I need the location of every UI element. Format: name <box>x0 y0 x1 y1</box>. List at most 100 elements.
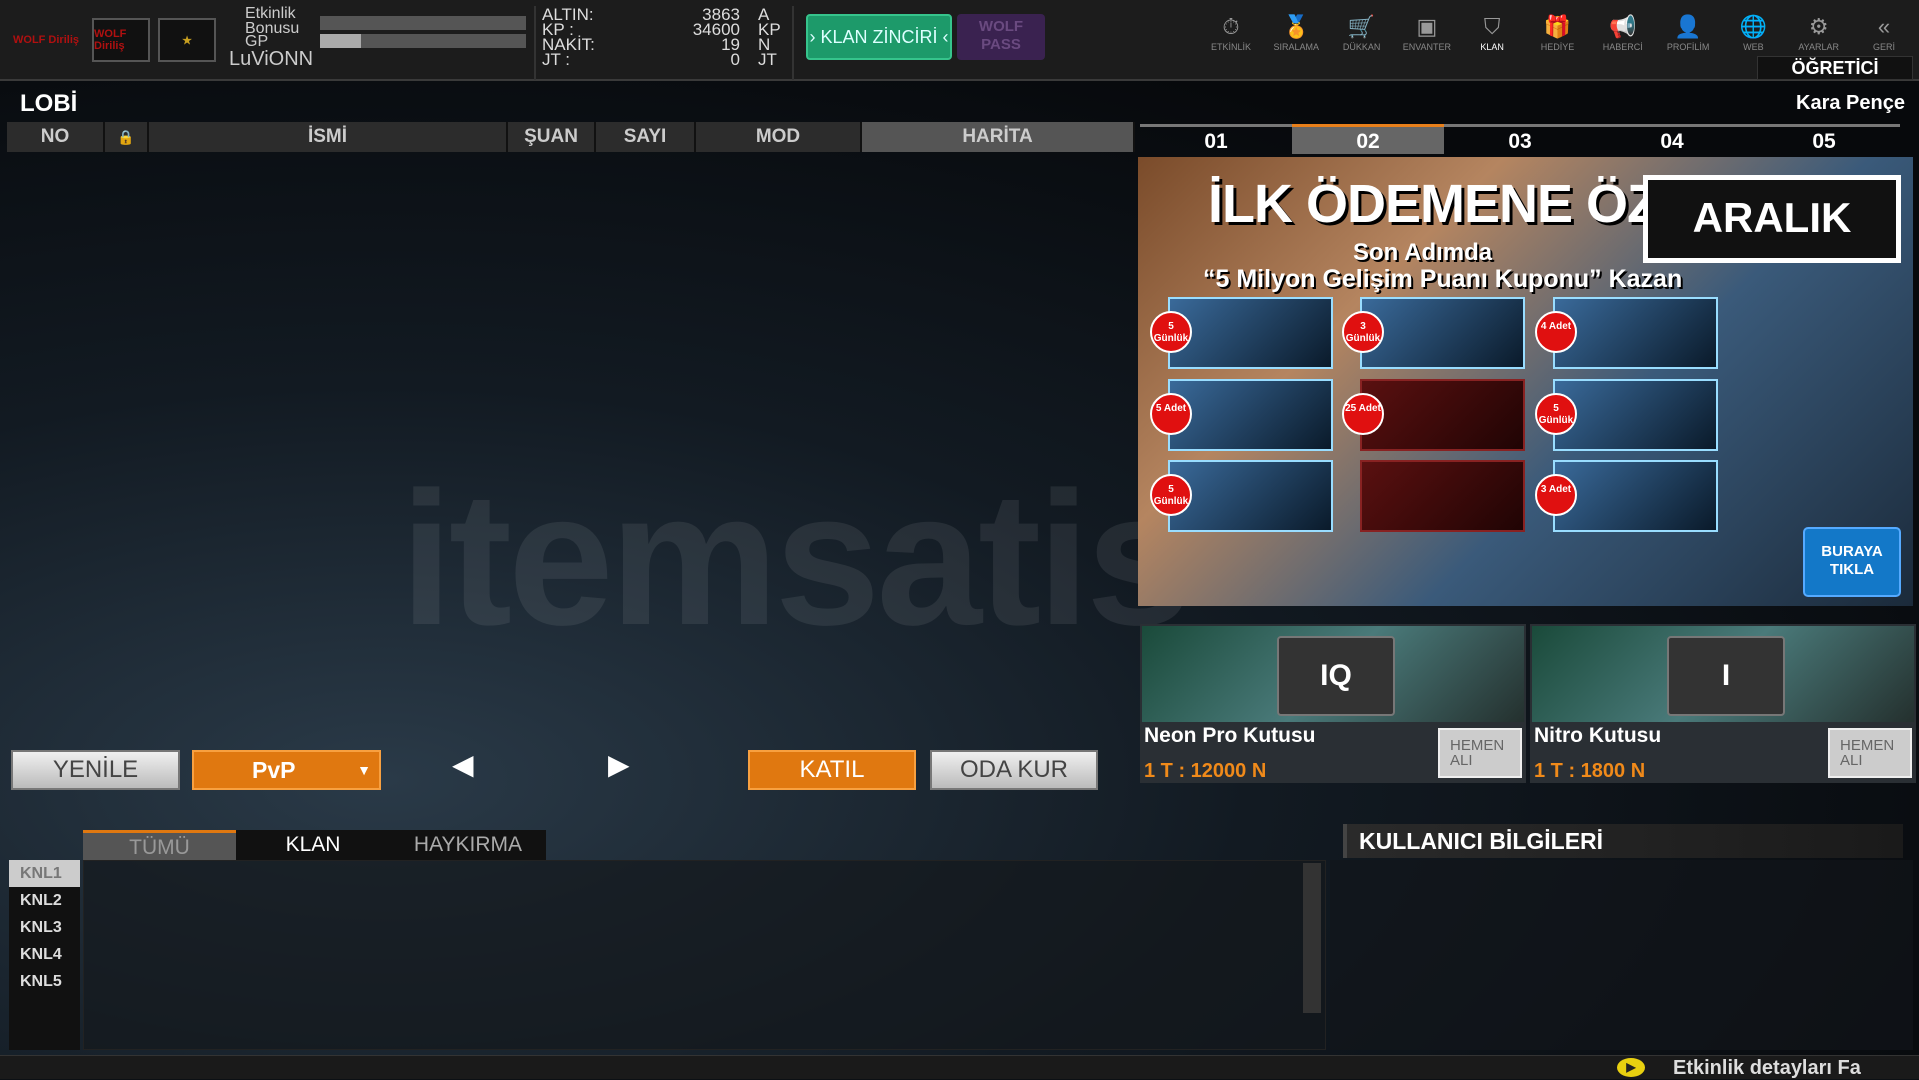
banner-subtitle-2: “5 Milyon Gelişim Puanı Kuponu” Kazan <box>1203 265 1683 293</box>
nav-shield[interactable]: ⛉ KLAN <box>1461 14 1523 52</box>
wolf-pass-button[interactable]: WOLF PASS <box>957 14 1045 60</box>
shield-icon: ⛉ <box>1483 14 1501 39</box>
crate-image: I <box>1667 636 1785 716</box>
prev-page-button[interactable]: ◀ <box>452 748 474 781</box>
nav-globe[interactable]: 🌐 WEB <box>1722 14 1784 52</box>
channel-item[interactable]: KNL5 <box>9 968 80 995</box>
nav-back[interactable]: « GERİ <box>1853 14 1915 52</box>
nav-label: PROFİLİM <box>1666 42 1710 52</box>
nav-profile[interactable]: 👤 PROFİLİM <box>1657 14 1719 52</box>
nav-medal[interactable]: 🏅 SIRALAMA <box>1265 14 1327 52</box>
medal-icon: 🏅 <box>1282 14 1310 39</box>
cart-icon: 🛒 <box>1347 14 1376 39</box>
crate-image: IQ <box>1277 636 1395 716</box>
nav-chest[interactable]: ▣ ENVANTER <box>1396 14 1458 52</box>
server-name: Kara Pençe <box>1796 92 1905 114</box>
username: LuViONN <box>229 48 314 70</box>
channel-item[interactable]: KNL1 <box>9 860 80 887</box>
chat-tab-shout[interactable]: HAYKIRMA <box>390 830 546 860</box>
chevron-down-icon: ▼ <box>357 762 371 778</box>
create-room-button[interactable]: ODA KUR <box>930 750 1098 790</box>
nav-label: KLAN <box>1480 42 1504 52</box>
mode-select[interactable]: PvP ▼ <box>192 750 381 790</box>
banner-tab-03[interactable]: 03 <box>1444 124 1596 154</box>
clan-logo[interactable]: WOLF Diriliş <box>92 18 150 62</box>
megaphone-icon: 📢 <box>1609 14 1637 39</box>
promo-banner[interactable]: İLK ÖDEMENE ÖZEL ARALIK Son Adımda “5 Mi… <box>1138 157 1913 606</box>
box-name: Nitro Kutusu <box>1534 724 1662 747</box>
tutorial-button[interactable]: ÖĞRETİCİ <box>1757 56 1913 80</box>
profile-icon: 👤 <box>1674 14 1702 39</box>
nav-label: WEB <box>1743 42 1764 52</box>
column-count[interactable]: SAYI <box>596 122 696 152</box>
gift-icon: 🎁 <box>1543 14 1572 39</box>
status-ticker: Etkinlik detayları Fa <box>1673 1057 1861 1079</box>
banner-tab-02[interactable]: 02 <box>1292 124 1444 154</box>
nav-label: HEDİYE <box>1540 42 1575 52</box>
reward-item <box>1360 460 1525 532</box>
currency-label: JT : <box>542 50 571 69</box>
column-current[interactable]: ŞUAN <box>508 122 596 152</box>
lock-icon[interactable]: 🔒 <box>105 122 149 152</box>
gear-icon: ⚙ <box>1808 14 1829 39</box>
chat-tab-clan[interactable]: KLAN <box>236 830 390 860</box>
column-name[interactable]: İSMİ <box>149 122 508 152</box>
reward-item <box>1553 297 1718 369</box>
mode-value: PvP <box>252 757 296 783</box>
stopwatch-icon: ⏱ <box>1222 14 1240 39</box>
banner-tab-01[interactable]: 01 <box>1140 124 1292 154</box>
shop-box: IQ Neon Pro Kutusu 1 T : 12000 N HEMEN ALI <box>1140 624 1526 783</box>
nav-stopwatch[interactable]: ⏱ ETKİNLİK <box>1200 14 1262 52</box>
page-title: LOBİ <box>20 90 78 117</box>
reward-badge: 25 Adet <box>1342 393 1384 435</box>
chat-scrollbar[interactable] <box>1303 863 1321 1013</box>
event-bonus-bar <box>320 16 526 30</box>
currency-unit: JT <box>758 50 777 69</box>
reward-badge: 5 Adet <box>1150 393 1192 435</box>
buy-now-button[interactable]: HEMEN ALI <box>1828 728 1912 778</box>
reward-badge: 3 Adet <box>1535 474 1577 516</box>
user-info-header: KULLANICI BİLGİLERİ <box>1343 824 1903 858</box>
reward-item <box>1168 379 1333 451</box>
nav-gear[interactable]: ⚙ AYARLAR <box>1788 14 1850 52</box>
column-map[interactable]: HARİTA <box>862 122 1135 152</box>
box-image: I <box>1532 626 1914 722</box>
join-button[interactable]: KATIL <box>748 750 916 790</box>
nav-label: ETKİNLİK <box>1210 42 1251 52</box>
banner-subtitle: Son Adımda <box>1353 239 1493 266</box>
nav-label: SIRALAMA <box>1273 42 1320 52</box>
reward-item <box>1168 460 1333 532</box>
event-bonus-label: Etkinlik Bonusu <box>245 5 300 37</box>
banner-tab-05[interactable]: 05 <box>1748 124 1900 154</box>
reward-badge: 3 Günlük <box>1342 311 1384 353</box>
nav-cart[interactable]: 🛒 DÜKKAN <box>1331 14 1393 52</box>
refresh-button[interactable]: YENİLE <box>11 750 180 790</box>
channel-item[interactable]: KNL2 <box>9 887 80 914</box>
nav-label: ENVANTER <box>1402 42 1452 52</box>
box-price: 1 T : 12000 N <box>1144 760 1267 782</box>
nav-megaphone[interactable]: 📢 HABERCİ <box>1592 14 1654 52</box>
banner-month: ARALIK <box>1643 175 1901 263</box>
buy-now-button[interactable]: HEMEN ALI <box>1438 728 1522 778</box>
chat-tab-all[interactable]: TÜMÜ <box>83 830 236 860</box>
column-mode[interactable]: MOD <box>696 122 862 152</box>
reward-item <box>1168 297 1333 369</box>
box-price: 1 T : 1800 N <box>1534 760 1646 782</box>
currency-panel: ALTIN: 3863 A KP :34600 KP NAKİT: 19 N JT :0 JT <box>534 6 794 80</box>
klan-zinciri-button[interactable]: › KLAN ZİNCİRİ ‹ <box>806 14 952 60</box>
channel-item[interactable]: KNL4 <box>9 941 80 968</box>
nav-gift[interactable]: 🎁 HEDİYE <box>1527 14 1589 52</box>
box-image: IQ <box>1142 626 1524 722</box>
channel-list: KNL1 KNL2 KNL3 KNL4 KNL5 <box>9 860 80 1050</box>
back-icon: « <box>1877 14 1891 39</box>
chest-icon: ▣ <box>1416 14 1438 39</box>
banner-tab-04[interactable]: 04 <box>1596 124 1748 154</box>
column-no[interactable]: NO <box>7 122 105 152</box>
click-here-button[interactable]: BURAYA TIKLA <box>1803 527 1901 597</box>
channel-item[interactable]: KNL3 <box>9 914 80 941</box>
shop-box: I Nitro Kutusu 1 T : 1800 N HEMEN ALI <box>1530 624 1916 783</box>
reward-item <box>1360 297 1525 369</box>
next-page-button[interactable]: ▶ <box>608 748 630 781</box>
top-bar: WOLF Diriliş WOLF Diriliş ★ Etkinlik Bon… <box>0 0 1919 81</box>
chat-area[interactable] <box>83 860 1326 1050</box>
